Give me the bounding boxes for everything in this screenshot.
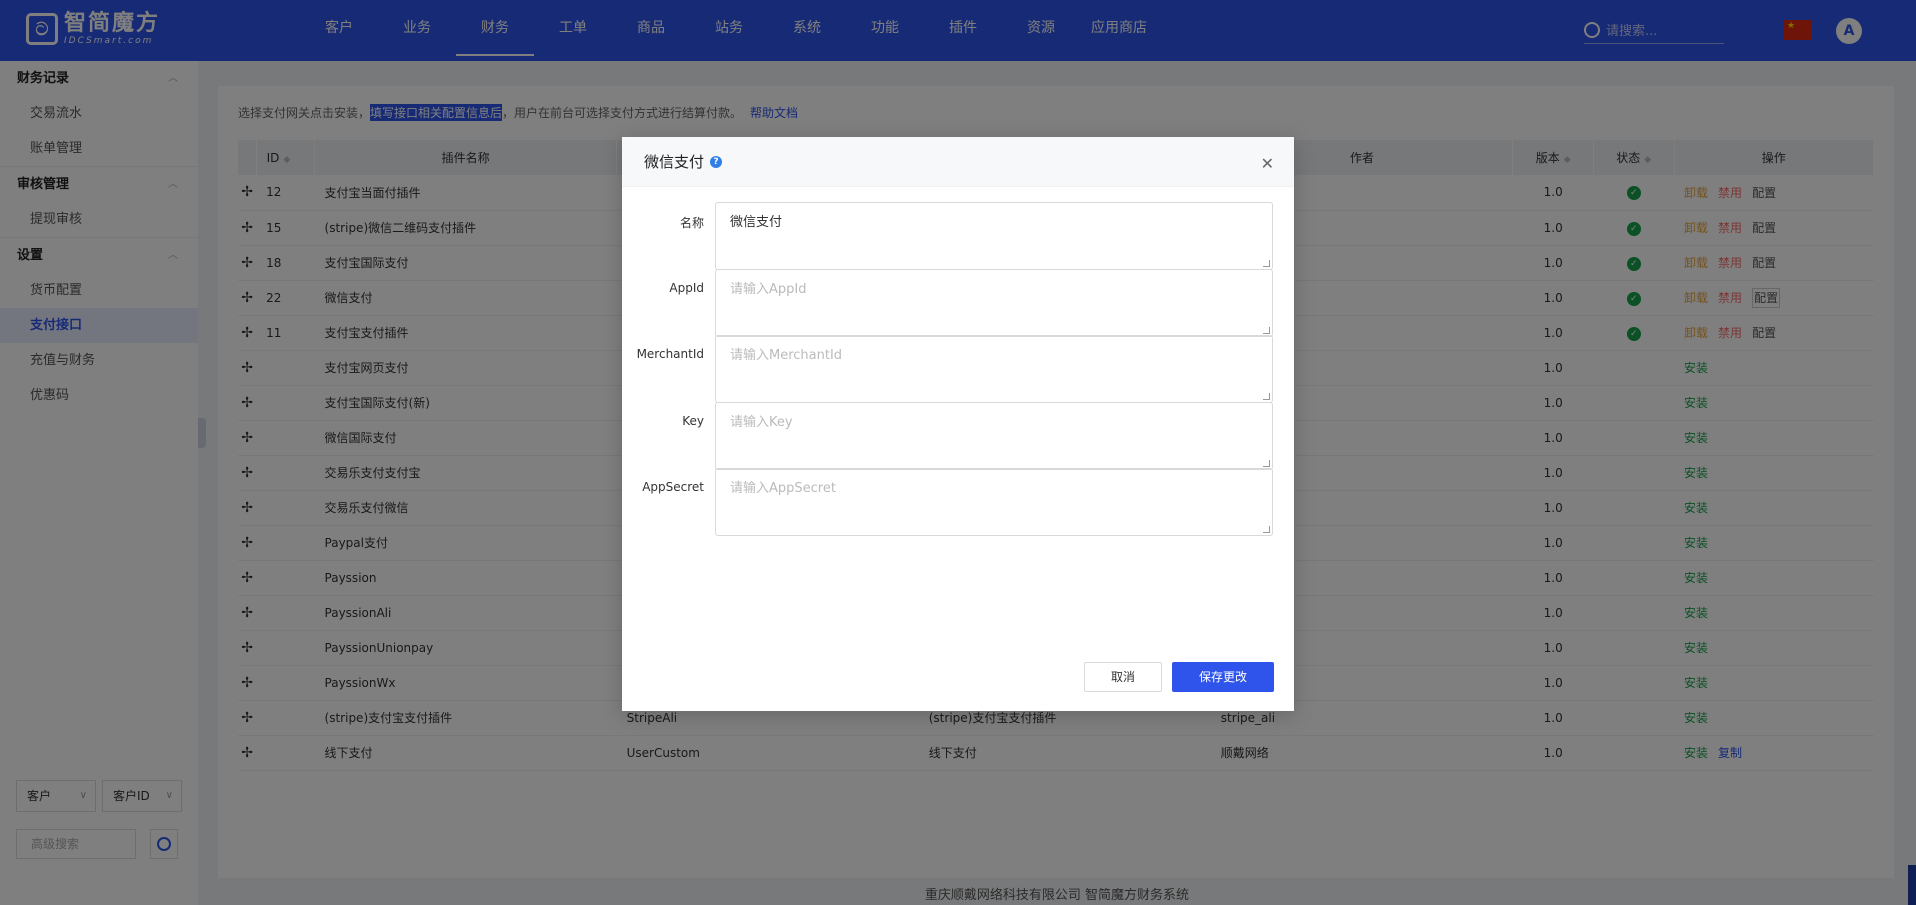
- field-textarea[interactable]: 请输入Key: [715, 401, 1273, 470]
- cancel-button[interactable]: 取消: [1084, 662, 1162, 692]
- save-button[interactable]: 保存更改: [1172, 662, 1274, 692]
- field-textarea[interactable]: 请输入AppSecret: [715, 468, 1273, 536]
- help-icon[interactable]: ?: [710, 155, 723, 168]
- field-textarea[interactable]: 请输入AppId: [715, 268, 1273, 337]
- field-textarea[interactable]: 请输入MerchantId: [715, 335, 1273, 403]
- field-label: 名称: [679, 216, 704, 230]
- field-textarea[interactable]: 微信支付: [715, 202, 1273, 270]
- field-label: AppSecret: [642, 480, 704, 494]
- close-icon[interactable]: ✕: [1261, 154, 1274, 173]
- payment-config-modal: 微信支付 ? ✕ 名称 微信支付 AppId 请输入AppId MerchantId 请输…: [622, 137, 1294, 711]
- modal-title: 微信支付: [644, 153, 705, 171]
- modal-header: 微信支付 ? ✕: [622, 137, 1294, 187]
- field-label: Key: [682, 413, 704, 428]
- field-label: AppId: [669, 280, 704, 295]
- field-label: MerchantId: [636, 347, 704, 361]
